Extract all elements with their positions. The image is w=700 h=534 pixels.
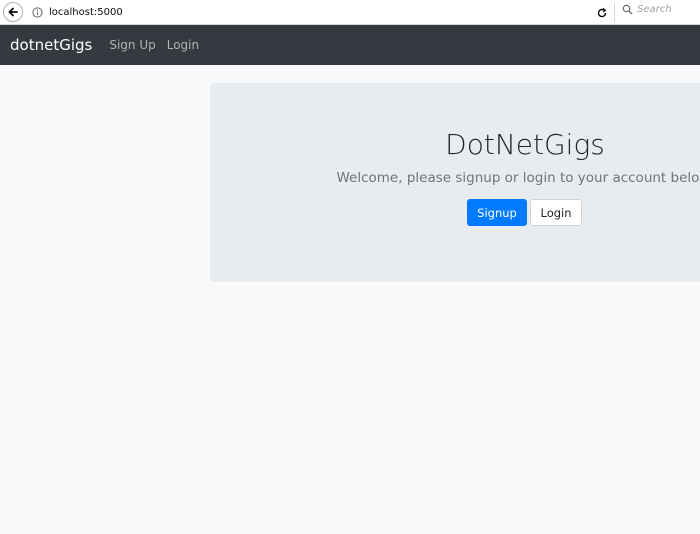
url-bar[interactable]: localhost:5000 xyxy=(49,7,123,18)
navbar: dotnetGigs Sign Up Login xyxy=(0,25,700,65)
welcome-text: Welcome, please signup or login to your … xyxy=(336,170,700,186)
reload-icon[interactable] xyxy=(596,6,608,18)
auth-buttons: Signup Login xyxy=(467,199,582,226)
toolbar-divider xyxy=(614,3,615,22)
nav-link-login[interactable]: Login xyxy=(167,38,199,52)
back-button[interactable] xyxy=(3,2,23,22)
search-placeholder: Search xyxy=(637,4,672,15)
navbar-brand[interactable]: dotnetGigs xyxy=(10,36,92,54)
signup-button[interactable]: Signup xyxy=(467,199,527,226)
back-arrow-icon xyxy=(8,7,18,17)
jumbotron: DotNetGigs Welcome, please signup or log… xyxy=(210,83,700,282)
page-title: DotNetGigs xyxy=(445,128,605,161)
nav-link-sign-up[interactable]: Sign Up xyxy=(109,38,155,52)
search-input[interactable]: Search xyxy=(622,4,672,15)
login-button[interactable]: Login xyxy=(530,199,582,226)
search-icon xyxy=(622,4,633,15)
browser-toolbar: localhost:5000 Search xyxy=(0,0,700,25)
info-icon[interactable] xyxy=(31,6,43,18)
